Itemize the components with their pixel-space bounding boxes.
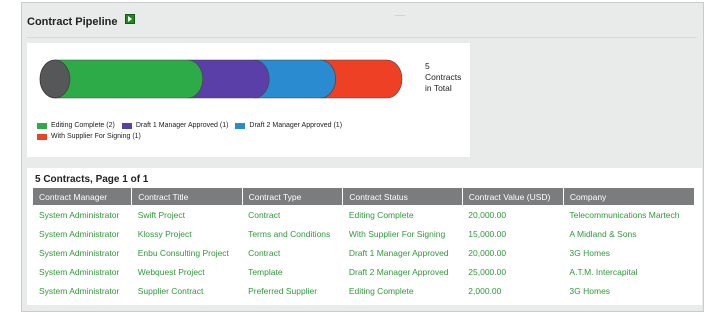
- cell-value[interactable]: 2,000.00: [462, 281, 563, 300]
- cell-manager[interactable]: System Administrator: [33, 243, 132, 262]
- cell-manager[interactable]: System Administrator: [33, 262, 132, 281]
- cell-type[interactable]: Template: [242, 262, 343, 281]
- legend-label: Draft 2 Manager Approved (1): [249, 122, 343, 129]
- cell-value[interactable]: 25,000.00: [462, 262, 563, 281]
- cell-value[interactable]: 20,000.00: [462, 243, 563, 262]
- legend-item-draft2[interactable]: Draft 2 Manager Approved (1): [235, 122, 342, 129]
- contracts-table-card: 5 Contracts, Page 1 of 1 Contract Manage…: [27, 168, 702, 305]
- chart-legend: Editing Complete (2) Draft 1 Manager App…: [37, 122, 457, 140]
- export-play-icon[interactable]: [125, 14, 136, 24]
- cell-manager[interactable]: System Administrator: [33, 281, 132, 300]
- legend-swatch: [37, 133, 47, 140]
- cell-value[interactable]: 15,000.00: [462, 224, 563, 243]
- total-line-2: Contracts: [425, 72, 462, 82]
- cell-value[interactable]: 20,000.00: [462, 205, 563, 224]
- cell-company[interactable]: 3G Homes: [563, 243, 694, 262]
- cell-status[interactable]: Editing Complete: [343, 205, 462, 224]
- cell-title[interactable]: Webquest Project: [132, 262, 242, 281]
- cell-type[interactable]: Terms and Conditions: [242, 224, 343, 243]
- panel-title-row: Contract Pipeline: [27, 14, 136, 28]
- table-title: 5 Contracts, Page 1 of 1: [35, 174, 149, 185]
- col-contract-type[interactable]: Contract Type: [242, 188, 344, 205]
- table-row[interactable]: System Administrator Webquest Project Te…: [33, 262, 694, 281]
- cell-company[interactable]: A Midland & Sons: [563, 224, 694, 243]
- col-contract-manager[interactable]: Contract Manager: [33, 188, 133, 205]
- legend-swatch: [235, 122, 246, 129]
- total-count: 5: [425, 61, 430, 71]
- cylinder-segment-editing-complete[interactable]: [54, 59, 204, 99]
- cell-company[interactable]: 3G Homes: [563, 281, 694, 300]
- legend-item-with-supplier[interactable]: With Supplier For Signing (1): [37, 133, 141, 140]
- pipeline-chart: 5 Contracts in Total Editing Complete (2…: [27, 43, 470, 157]
- contract-pipeline-panel: Contract Pipeline 5 Contracts in Total E…: [21, 2, 704, 312]
- table-row[interactable]: System Administrator Supplier Contract P…: [33, 281, 694, 300]
- cell-status[interactable]: Draft 1 Manager Approved: [343, 243, 462, 262]
- cell-type[interactable]: Contract: [242, 243, 343, 262]
- cell-company[interactable]: A.T.M. Intercapital: [563, 262, 694, 281]
- legend-swatch: [121, 122, 132, 129]
- total-line-3: in Total: [425, 83, 452, 93]
- divider: [27, 37, 697, 38]
- cell-company[interactable]: Telecommunications Martech: [563, 205, 694, 224]
- col-company[interactable]: Company: [563, 188, 694, 205]
- cell-title[interactable]: Enbu Consulting Project: [132, 243, 242, 262]
- legend-label: Draft 1 Manager Approved (1): [135, 122, 229, 129]
- cell-title[interactable]: Swift Project: [132, 205, 242, 224]
- col-contract-value[interactable]: Contract Value (USD): [462, 188, 564, 205]
- contracts-table: Contract Manager Contract Title Contract…: [33, 188, 694, 300]
- cell-title[interactable]: Klossy Project: [132, 224, 242, 243]
- cell-title[interactable]: Supplier Contract: [132, 281, 242, 300]
- table-header-row: Contract Manager Contract Title Contract…: [33, 188, 694, 205]
- col-contract-status[interactable]: Contract Status: [342, 188, 463, 205]
- table-row[interactable]: System Administrator Swift Project Contr…: [33, 205, 694, 224]
- cell-status[interactable]: Editing Complete: [343, 281, 462, 300]
- total-contracts-label: 5 Contracts in Total: [425, 61, 461, 94]
- cell-manager[interactable]: System Administrator: [33, 205, 132, 224]
- cell-status[interactable]: Draft 2 Manager Approved: [343, 262, 462, 281]
- legend-swatch: [37, 122, 47, 129]
- cell-type[interactable]: Contract: [242, 205, 343, 224]
- legend-item-draft1[interactable]: Draft 1 Manager Approved (1): [121, 122, 229, 129]
- panel-title: Contract Pipeline: [27, 16, 118, 28]
- panel-tab-marker: [395, 15, 405, 16]
- table-row[interactable]: System Administrator Klossy Project Term…: [33, 224, 694, 243]
- legend-label: With Supplier For Signing (1): [51, 133, 141, 140]
- legend-item-editing-complete[interactable]: Editing Complete (2): [37, 122, 115, 129]
- table-row[interactable]: System Administrator Enbu Consulting Pro…: [33, 243, 694, 262]
- cell-manager[interactable]: System Administrator: [33, 224, 132, 243]
- cell-type[interactable]: Preferred Supplier: [242, 281, 343, 300]
- cell-status[interactable]: With Supplier For Signing: [343, 224, 462, 243]
- col-contract-title[interactable]: Contract Title: [131, 188, 243, 205]
- legend-label: Editing Complete (2): [51, 122, 115, 129]
